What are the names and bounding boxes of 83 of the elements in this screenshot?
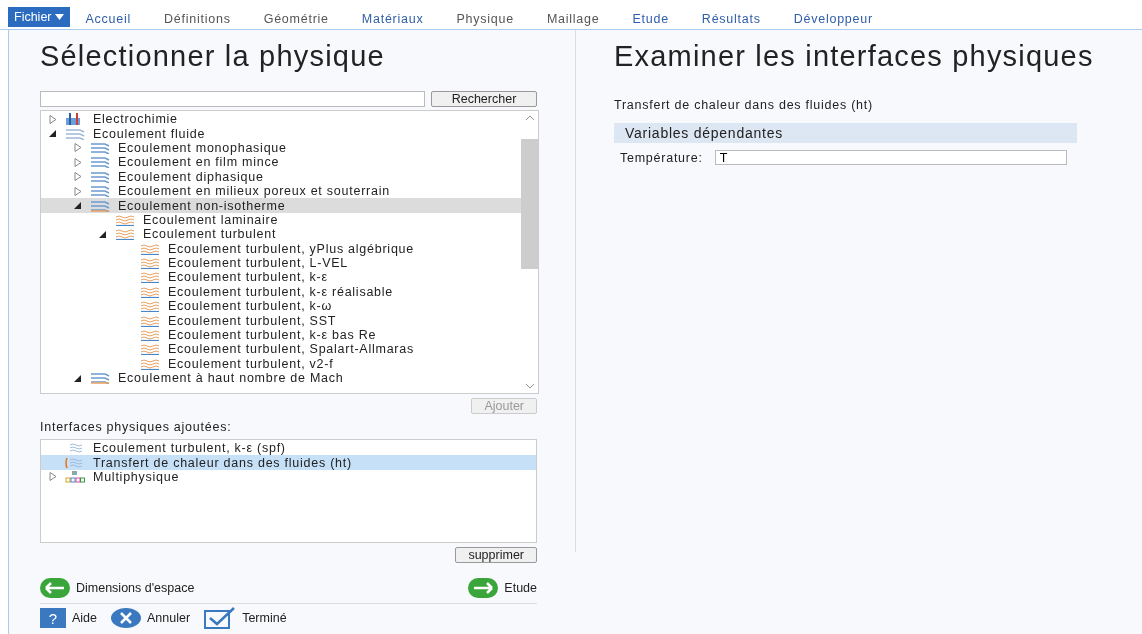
ribbon-tab[interactable]: Maillage: [546, 12, 600, 29]
tree-item[interactable]: Ecoulement turbulent, SST: [41, 313, 521, 328]
flow-icon: [90, 185, 110, 198]
scroll-up-icon[interactable]: [524, 115, 535, 121]
flow-icon: [65, 127, 85, 140]
wave-icon: [140, 329, 160, 342]
toggle-icon[interactable]: [99, 229, 107, 239]
tree-item[interactable]: Electrochimie: [41, 112, 521, 127]
flow-icon: [90, 156, 110, 169]
search-field[interactable]: [40, 91, 425, 107]
tree-item[interactable]: Ecoulement turbulent, k-ε bas Re: [41, 327, 521, 343]
ribbon-tab[interactable]: Géométrie: [263, 12, 329, 29]
wave-icon: [140, 285, 160, 298]
tree-item[interactable]: Ecoulement turbulent, Spalart-Allmaras: [41, 342, 521, 357]
flow-icon: [90, 372, 110, 385]
tree-item[interactable]: Ecoulement à haut nombre de Mach: [41, 371, 521, 386]
wave-icon: [115, 228, 135, 241]
toggle-icon[interactable]: [74, 201, 82, 211]
toggle-icon[interactable]: [49, 472, 57, 482]
flow-icon: [90, 199, 110, 212]
toggle-icon[interactable]: [74, 143, 82, 153]
cancel-button[interactable]: Annuler: [111, 607, 191, 629]
tree-item[interactable]: Ecoulement non-isotherme: [41, 198, 521, 213]
list-item[interactable]: Transfert de chaleur dans des fluides (ht): [41, 455, 536, 470]
scrollbar-thumb[interactable]: [521, 139, 538, 269]
added-interfaces-label: Interfaces physiques ajoutées:: [40, 420, 233, 434]
tree-item[interactable]: Ecoulement monophasique: [41, 140, 521, 156]
search-button[interactable]: Rechercher: [431, 91, 537, 107]
done-button[interactable]: Terminé: [204, 607, 287, 629]
ribbon-tab[interactable]: Matériaux: [361, 12, 424, 29]
toggle-icon[interactable]: [74, 157, 82, 167]
multiphysics-icon: [65, 470, 85, 483]
field-label: Température:: [620, 150, 703, 165]
back-button[interactable]: Dimensions d'espace: [40, 578, 195, 598]
interface-name: Transfert de chaleur dans des fluides (ht): [614, 98, 874, 112]
help-button[interactable]: ? Aide: [40, 607, 98, 629]
wave-icon: [140, 343, 160, 356]
checkbox-icon: [204, 607, 237, 629]
toggle-icon[interactable]: [49, 114, 57, 124]
list-item[interactable]: Multiphysique: [41, 469, 536, 485]
tree-item[interactable]: Ecoulement diphasique: [41, 169, 521, 184]
tree-item[interactable]: Ecoulement turbulent, v2-f: [41, 356, 521, 372]
wave-icon: [140, 242, 160, 255]
file-menu-button[interactable]: Fichier: [8, 7, 70, 27]
tree-item[interactable]: Ecoulement turbulent, k-ε: [41, 270, 521, 285]
tree-item[interactable]: Ecoulement turbulent, yPlus algébrique: [41, 241, 521, 256]
tree-item[interactable]: Ecoulement fluide: [41, 126, 521, 141]
tree-item[interactable]: Ecoulement turbulent, k-ω: [41, 299, 521, 314]
tree-item[interactable]: Ecoulement en film mince: [41, 155, 521, 170]
toggle-icon[interactable]: [49, 129, 57, 139]
ribbon-tab[interactable]: Accueil: [85, 12, 132, 29]
tree-item[interactable]: Ecoulement laminaire: [41, 212, 521, 228]
tree-item[interactable]: Ecoulement en milieux poreux et souterrain: [41, 183, 521, 199]
ribbon-tab[interactable]: Définitions: [164, 12, 231, 29]
panel-title: Sélectionner la physique: [40, 40, 386, 73]
wave-icon: [140, 257, 160, 270]
scroll-down-icon[interactable]: [524, 383, 535, 389]
close-icon: [111, 608, 142, 628]
ribbon-tab[interactable]: Etude: [632, 12, 669, 29]
tree-item[interactable]: Ecoulement turbulent: [41, 227, 521, 242]
tree-item[interactable]: Ecoulement turbulent, L-VEL: [41, 255, 521, 271]
panel-title: Examiner les interfaces physiques: [614, 40, 1095, 73]
wave-icon: [140, 357, 160, 370]
flow-icon: [90, 141, 110, 154]
ribbon-tab[interactable]: Résultats: [701, 12, 761, 29]
tree-item[interactable]: Ecoulement turbulent, k-ε réalisable: [41, 284, 521, 300]
flow-icon: [90, 170, 110, 183]
temperature-field[interactable]: T: [714, 150, 1067, 165]
remove-button[interactable]: supprimer: [455, 547, 537, 563]
toggle-icon[interactable]: [74, 373, 82, 383]
next-button[interactable]: Etude: [468, 578, 537, 598]
wave-icon: [65, 456, 85, 469]
wave-icon: [140, 300, 160, 313]
toggle-icon[interactable]: [74, 186, 82, 196]
wave-icon: [140, 271, 160, 284]
section-header: Variables dépendantes: [614, 123, 1077, 143]
wave-icon: [140, 314, 160, 327]
ribbon-tab[interactable]: Physique: [456, 12, 514, 29]
toggle-icon[interactable]: [74, 172, 82, 182]
ribbon-tab[interactable]: Développeur: [793, 12, 873, 29]
caret-icon: [54, 14, 64, 20]
list-item[interactable]: Ecoulement turbulent, k-ε (spf): [41, 441, 536, 456]
wave-icon: [115, 213, 135, 226]
